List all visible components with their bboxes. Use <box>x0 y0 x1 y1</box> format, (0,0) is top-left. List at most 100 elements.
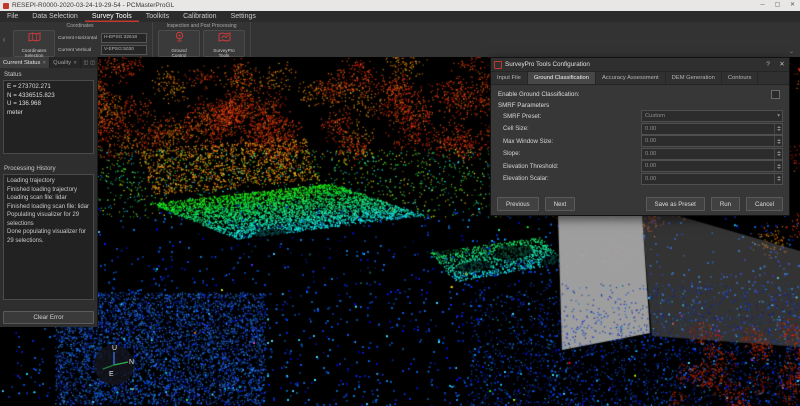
dialog-titlebar[interactable]: SurveyPro Tools Configuration ? ✕ <box>491 58 789 72</box>
elevation-scalar-label: Elevation Scalar: <box>503 175 641 182</box>
elevation-threshold-value: 0.00 <box>642 163 774 169</box>
status-northing: N = 4336515.823 <box>7 92 90 101</box>
app-icon <box>3 3 9 9</box>
dialog-help-icon[interactable]: ? <box>761 58 775 71</box>
menu-survey-tools[interactable]: Survey Tools <box>85 11 139 22</box>
minimize-icon[interactable]: ─ <box>755 0 770 11</box>
max-window-size-spinner[interactable]: 0.00 <box>641 135 783 147</box>
tab-accuracy-assessment[interactable]: Accuracy Assessment <box>596 72 666 84</box>
smrf-preset-label: SMRF Preset: <box>503 113 641 120</box>
smrf-preset-value: Custom <box>642 113 777 119</box>
orientation-compass[interactable]: U N E <box>91 341 137 387</box>
history-line: Populating visualizer for 29 selections <box>7 211 90 228</box>
clear-error-button[interactable]: Clear Error <box>3 311 94 324</box>
tab-input-file[interactable]: Input File <box>491 72 528 84</box>
processing-history-box: Loading trajectory Finished loading traj… <box>3 174 94 300</box>
max-window-size-label: Max Window Size: <box>503 138 641 145</box>
cell-size-label: Cell Size: <box>503 125 641 132</box>
tab-contours[interactable]: Contours <box>722 72 759 84</box>
window-title: RESEPI-R0000-2020-03-24-19-29-54 - PCMas… <box>12 2 755 9</box>
coordinates-selection-button[interactable]: Coordinates Selection <box>13 30 55 57</box>
ribbon-group-inspection: Inspection and Post Processing Ground Co… <box>153 22 251 57</box>
history-line: Loading scan file: lidar <box>7 194 90 203</box>
history-line: Finished loading scan file: lidar <box>7 203 90 212</box>
dialog-tab-bar: Input File Ground Classification Accurac… <box>491 72 789 85</box>
application-window: RESEPI-R0000-2020-03-24-19-29-54 - PCMas… <box>0 0 800 406</box>
ribbon-scroll-left-icon[interactable]: ‹ <box>0 22 8 57</box>
elevation-threshold-spinner[interactable]: 0.00 <box>641 160 783 172</box>
status-box: E = 273702.271 N = 4336515.823 U = 136.9… <box>3 80 94 154</box>
current-vertical-label: Current Vertical <box>58 48 98 53</box>
spinner-arrows-icon[interactable] <box>774 174 782 184</box>
slope-value: 0.00 <box>642 151 774 157</box>
history-line: Finished loading trajectory <box>7 186 90 195</box>
elevation-threshold-label: Elevation Threshold: <box>503 163 641 170</box>
save-as-preset-button[interactable]: Save as Preset <box>646 197 705 211</box>
menu-file[interactable]: File <box>0 11 25 22</box>
dialog-close-icon[interactable]: ✕ <box>775 58 789 71</box>
ribbon-group-coordinates: Coordinates Coordinates Selection Curren… <box>8 22 153 57</box>
close-icon[interactable]: ✕ <box>785 0 800 11</box>
menu-data-selection[interactable]: Data Selection <box>25 11 85 22</box>
history-section-label: Processing History <box>0 162 97 174</box>
history-line: Done populating visualizer for 29 select… <box>7 228 90 245</box>
tab-ground-classification[interactable]: Ground Classification <box>528 72 596 84</box>
previous-button[interactable]: Previous <box>497 197 539 211</box>
window-titlebar: RESEPI-R0000-2020-03-24-19-29-54 - PCMas… <box>0 0 800 11</box>
status-up: U = 136.968 <box>7 100 90 109</box>
dialog-button-row: Previous Next Save as Preset Run Cancel <box>491 197 789 211</box>
compass-up-label: U <box>112 345 117 352</box>
status-section-label: Status <box>0 68 97 80</box>
history-line: Loading trajectory <box>7 177 90 186</box>
tab-current-status[interactable]: Current Status ✕ <box>0 57 50 68</box>
status-sidebar: Current Status ✕ Quality ✕ ◫ ◫ Status E … <box>0 57 98 327</box>
surveypro-tools-button[interactable]: SurveyPro Tools <box>203 30 245 57</box>
menu-bar: File Data Selection Survey Tools Toolkit… <box>0 11 800 22</box>
tab-quality-close-icon[interactable]: ✕ <box>73 60 77 66</box>
tab-dem-generation[interactable]: DEM Generation <box>666 72 722 84</box>
next-button[interactable]: Next <box>545 197 576 211</box>
current-horizontal-label: Current Horizontal <box>58 36 98 41</box>
menu-settings[interactable]: Settings <box>224 11 263 22</box>
status-easting: E = 273702.271 <box>7 83 90 92</box>
ribbon-toolbar: ‹ Coordinates Coordinates Selection Curr… <box>0 22 800 58</box>
current-horizontal-field[interactable]: H-EPSG:32618 <box>101 33 147 43</box>
slope-spinner[interactable]: 0.00 <box>641 148 783 160</box>
spinner-arrows-icon[interactable] <box>774 124 782 134</box>
status-units: meter <box>7 109 90 118</box>
dialog-title: SurveyPro Tools Configuration <box>505 61 761 68</box>
menu-toolkits[interactable]: Toolkits <box>139 11 176 22</box>
cell-size-spinner[interactable]: 0.00 <box>641 123 783 135</box>
compass-east-label: E <box>109 371 114 378</box>
spinner-arrows-icon[interactable] <box>774 149 782 159</box>
sidebar-tab-bar: Current Status ✕ Quality ✕ ◫ ◫ <box>0 57 97 68</box>
smrf-parameters-label: SMRF Parameters <box>498 102 549 109</box>
current-vertical-field[interactable]: V-EPSG:5030 <box>101 45 147 55</box>
maximize-icon[interactable]: ▢ <box>770 0 785 11</box>
dock-icon[interactable]: ◫ <box>84 60 89 66</box>
enable-ground-classification-label: Enable Ground Classification: <box>498 91 580 98</box>
menu-calibration[interactable]: Calibration <box>176 11 223 22</box>
dock-icon[interactable]: ◫ <box>90 60 95 66</box>
chevron-down-icon: ▾ <box>777 113 782 119</box>
dialog-app-icon <box>494 61 502 69</box>
compass-north-label: N <box>129 359 134 366</box>
surveypro-tools-configuration-dialog: SurveyPro Tools Configuration ? ✕ Input … <box>490 57 790 216</box>
tab-current-status-close-icon[interactable]: ✕ <box>42 60 46 66</box>
elevation-scalar-value: 0.00 <box>642 176 774 182</box>
tab-quality[interactable]: Quality ✕ <box>50 57 81 68</box>
spinner-arrows-icon[interactable] <box>774 161 782 171</box>
smrf-preset-select[interactable]: Custom ▾ <box>641 110 783 122</box>
coordinates-map-icon <box>28 29 41 47</box>
cancel-button[interactable]: Cancel <box>746 197 783 211</box>
spinner-arrows-icon[interactable] <box>774 136 782 146</box>
ribbon-collapse-icon[interactable]: ⌄ <box>789 48 794 55</box>
run-button[interactable]: Run <box>711 197 740 211</box>
cell-size-value: 0.00 <box>642 126 774 132</box>
ground-control-button[interactable]: Ground Control <box>158 30 200 57</box>
max-window-size-value: 0.00 <box>642 138 774 144</box>
surveypro-tools-icon <box>218 29 231 47</box>
enable-ground-classification-checkbox[interactable] <box>771 90 780 99</box>
elevation-scalar-spinner[interactable]: 0.00 <box>641 173 783 185</box>
tab-current-status-label: Current Status <box>3 60 40 66</box>
